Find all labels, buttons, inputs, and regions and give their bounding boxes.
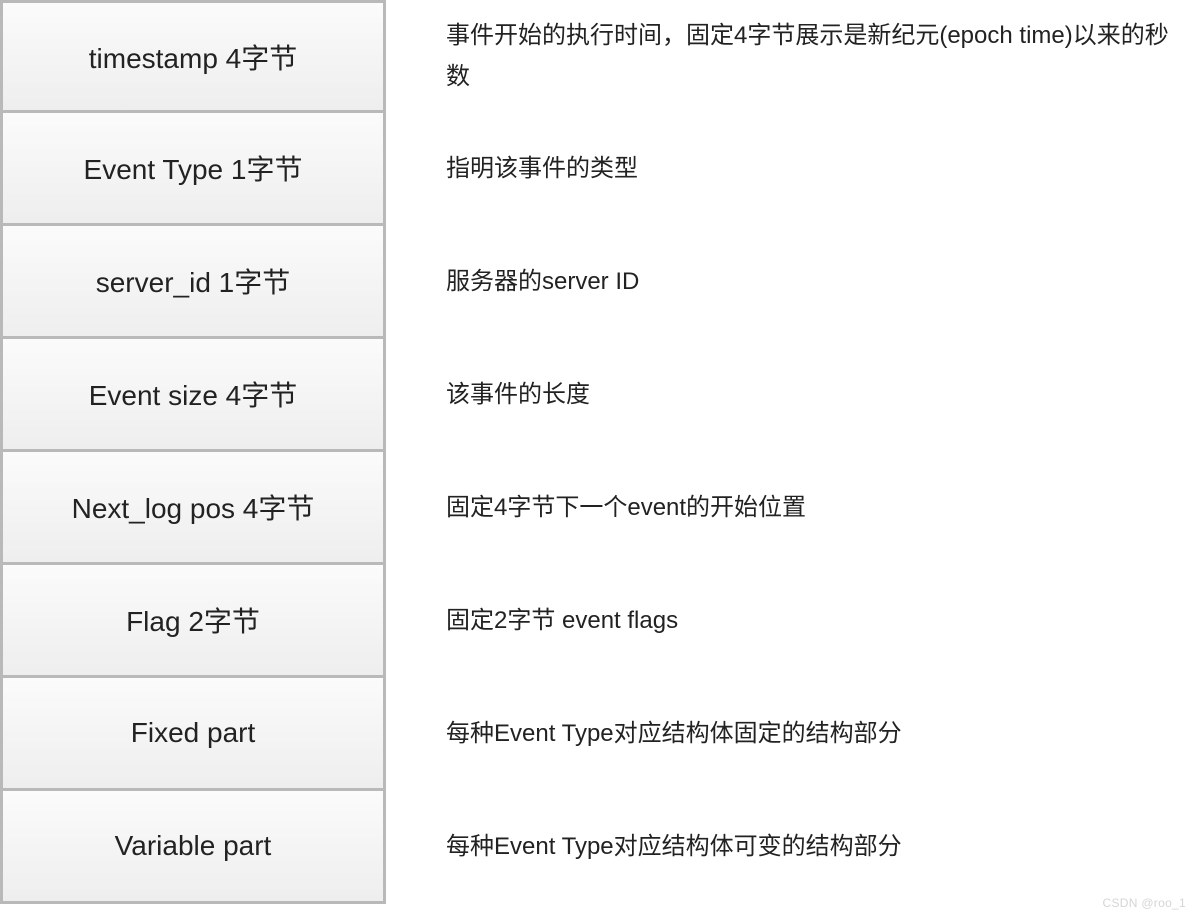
field-desc-cell: 事件开始的执行时间，固定4字节展示是新纪元(epoch time)以来的秒数 <box>386 0 1204 113</box>
table-row: timestamp 4字节 事件开始的执行时间，固定4字节展示是新纪元(epoc… <box>0 0 1204 113</box>
field-name-cell: Fixed part <box>0 678 386 791</box>
field-desc-cell: 每种Event Type对应结构体可变的结构部分 <box>386 791 1204 904</box>
field-name-cell: Next_log pos 4字节 <box>0 452 386 565</box>
field-desc-cell: 服务器的server ID <box>386 226 1204 339</box>
event-header-table: timestamp 4字节 事件开始的执行时间，固定4字节展示是新纪元(epoc… <box>0 0 1204 904</box>
field-name-cell: Flag 2字节 <box>0 565 386 678</box>
table-row: Fixed part 每种Event Type对应结构体固定的结构部分 <box>0 678 1204 791</box>
field-desc-cell: 固定4字节下一个event的开始位置 <box>386 452 1204 565</box>
table-row: Next_log pos 4字节 固定4字节下一个event的开始位置 <box>0 452 1204 565</box>
field-desc-cell: 每种Event Type对应结构体固定的结构部分 <box>386 678 1204 791</box>
field-name-cell: Event size 4字节 <box>0 339 386 452</box>
field-desc-cell: 固定2字节 event flags <box>386 565 1204 678</box>
field-desc-cell: 指明该事件的类型 <box>386 113 1204 226</box>
table-row: Flag 2字节 固定2字节 event flags <box>0 565 1204 678</box>
field-desc-cell: 该事件的长度 <box>386 339 1204 452</box>
field-name-cell: Variable part <box>0 791 386 904</box>
table-row: Variable part 每种Event Type对应结构体可变的结构部分 <box>0 791 1204 904</box>
watermark-text: CSDN @roo_1 <box>1102 896 1186 910</box>
field-name-cell: Event Type 1字节 <box>0 113 386 226</box>
field-name-cell: server_id 1字节 <box>0 226 386 339</box>
diagram-page: timestamp 4字节 事件开始的执行时间，固定4字节展示是新纪元(epoc… <box>0 0 1204 916</box>
field-name-cell: timestamp 4字节 <box>0 0 386 113</box>
table-row: Event size 4字节 该事件的长度 <box>0 339 1204 452</box>
table-row: Event Type 1字节 指明该事件的类型 <box>0 113 1204 226</box>
table-row: server_id 1字节 服务器的server ID <box>0 226 1204 339</box>
